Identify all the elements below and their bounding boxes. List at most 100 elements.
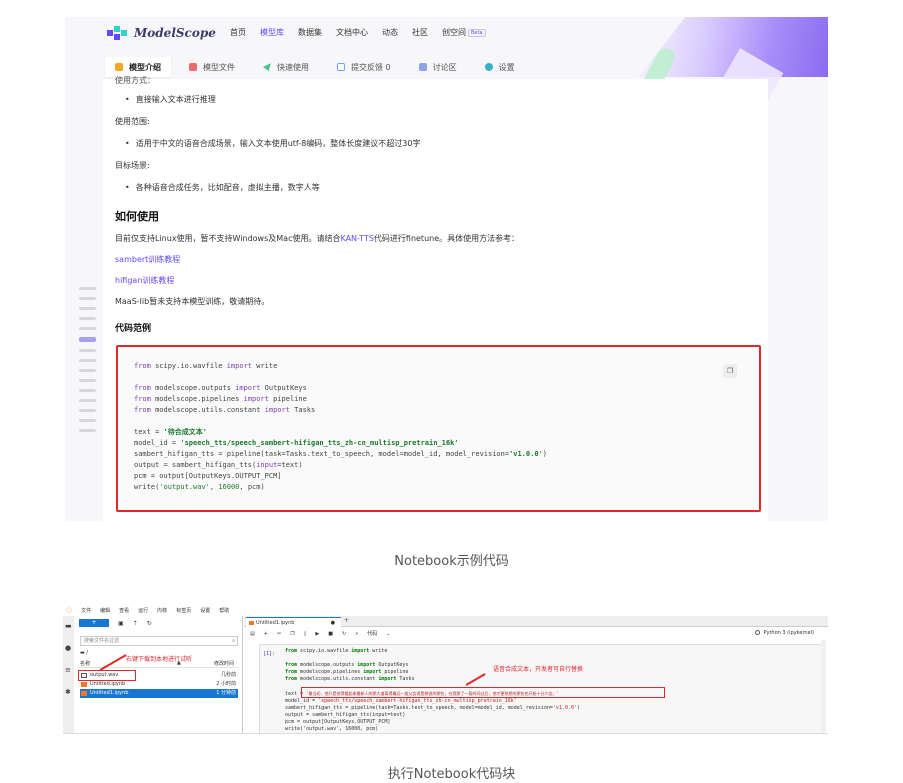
new-launcher-button[interactable]: + <box>79 619 109 627</box>
running-icon[interactable]: ● <box>65 644 71 652</box>
stop-icon[interactable]: ■ <box>328 631 333 637</box>
toc-item-active[interactable] <box>79 337 96 342</box>
modelscope-logo-icon <box>107 26 129 40</box>
output-file-highlight <box>78 670 136 681</box>
target-label: 目标场景: <box>115 161 150 170</box>
modelscope-screenshot: ModelScope 首页 模型库 数据集 文档中心 动态 社区 创空间 Beta… <box>65 17 828 521</box>
notebook-scrollbar[interactable] <box>821 640 826 733</box>
toc-item[interactable] <box>79 399 96 402</box>
breadcrumb[interactable]: ▬ / <box>80 650 88 656</box>
copy-icon[interactable]: ❐ <box>290 631 294 637</box>
code-example-block[interactable]: from scipy.io.wavfile import write from … <box>116 345 761 512</box>
jupyter-left-sidebar: ▬ ● ≡ ✱ <box>63 616 74 733</box>
tab-settings[interactable]: 设置 <box>475 57 525 77</box>
refresh-icon[interactable]: ↻ <box>147 620 152 627</box>
jupyter-menu-bar: ◌ 文件 编辑 查看 运行 内核 标签页 设置 帮助 <box>63 604 828 616</box>
bullet-item: 各种语音合成任务，比如配音，虚拟主播，数字人等 <box>125 182 320 193</box>
kernel-status[interactable]: Python 3 (ipykernel) <box>755 630 814 636</box>
file-filter-input[interactable]: 搜索文件名过滤 ⌕ <box>80 636 238 646</box>
paste-icon[interactable]: ▯ <box>304 631 307 637</box>
upload-icon[interactable]: ⇡ <box>133 620 138 627</box>
menu-tabs[interactable]: 标签页 <box>176 607 191 614</box>
toc-item[interactable] <box>79 297 96 300</box>
save-icon[interactable]: ▤ <box>250 631 255 637</box>
extension-icon[interactable]: ✱ <box>65 688 71 696</box>
bullet-item: 直接输入文本进行推理 <box>125 94 216 105</box>
file-row-untitled[interactable]: Untitled.ipynb 2 小时前 <box>80 680 238 689</box>
menu-file[interactable]: 文件 <box>81 607 91 614</box>
toc-item[interactable] <box>79 359 96 362</box>
close-icon[interactable]: ● <box>331 618 335 628</box>
new-folder-icon[interactable]: ▣ <box>118 620 124 627</box>
add-cell-icon[interactable]: + <box>264 631 268 637</box>
folder-icon[interactable]: ▬ <box>65 622 72 630</box>
copy-icon[interactable]: ❐ <box>723 364 737 378</box>
notebook-tab[interactable]: Untitled1.ipynb ● <box>246 617 341 627</box>
download-annotation: 右键下载到本地进行试听 <box>126 656 193 663</box>
commands-icon[interactable]: ≡ <box>65 666 71 674</box>
nav-community[interactable]: 社区 <box>412 27 428 38</box>
toc-item[interactable] <box>79 409 96 412</box>
toc-item[interactable] <box>79 317 96 320</box>
nav-models[interactable]: 模型库 <box>260 27 284 38</box>
new-tab-icon[interactable]: + <box>344 617 349 624</box>
tab-discussion[interactable]: 讨论区 <box>409 57 467 77</box>
jupyterlab-screenshot: ◌ 文件 编辑 查看 运行 内核 标签页 设置 帮助 ▬ ● ≡ ✱ + ▣ ⇡… <box>63 604 828 734</box>
edit-icon <box>337 63 345 71</box>
file-row-untitled1[interactable]: Untitled1.ipynb 1 分钟前 <box>80 689 238 698</box>
usage-paragraph: 目前仅支持Linux使用，暂不支持Windows及Mac使用。请结合KAN-TT… <box>115 233 519 244</box>
tab-label: 快速使用 <box>277 62 309 72</box>
page-toc <box>79 287 97 439</box>
file-time: 几秒前 <box>220 672 236 678</box>
toc-item[interactable] <box>79 307 96 310</box>
menu-view[interactable]: 查看 <box>119 607 129 614</box>
toc-item[interactable] <box>79 327 96 330</box>
toc-item[interactable] <box>79 389 96 392</box>
nav-home[interactable]: 首页 <box>230 27 246 38</box>
jupyter-logo-icon: ◌ <box>66 606 73 614</box>
toc-item[interactable] <box>79 349 96 352</box>
menu-settings[interactable]: 设置 <box>200 607 210 614</box>
modelscope-logo[interactable]: ModelScope <box>107 26 216 40</box>
search-icon: ⌕ <box>232 638 235 644</box>
top-nav: 首页 模型库 数据集 文档中心 动态 社区 创空间 Beta <box>230 27 486 38</box>
toc-item[interactable] <box>79 287 96 290</box>
toc-item[interactable] <box>79 429 96 432</box>
fast-forward-icon[interactable]: » <box>355 631 358 637</box>
usage-method-label: 使用方式： <box>115 76 155 85</box>
file-browser: + ▣ ⇡ ↻ 搜索文件名过滤 ⌕ ▬ / 名称 ▲ 修改时间 output.wa… <box>76 616 243 733</box>
menu-run[interactable]: 运行 <box>138 607 148 614</box>
toc-item[interactable] <box>79 379 96 382</box>
notebook-tab-bar: Untitled1.ipynb ● + <box>244 616 828 627</box>
toc-item[interactable] <box>79 369 96 372</box>
file-time: 1 分钟前 <box>216 690 236 696</box>
column-name[interactable]: 名称 <box>80 661 90 667</box>
cell-type-select[interactable]: 代码 <box>367 630 377 637</box>
hifigan-tutorial-link[interactable]: hifigan训练教程 <box>115 275 174 286</box>
sambert-tutorial-link[interactable]: sambert训练教程 <box>115 254 180 265</box>
toc-item[interactable] <box>79 419 96 422</box>
tab-model-files[interactable]: 模型文件 <box>179 57 245 77</box>
notebook-tab-title: Untitled1.ipynb <box>256 620 295 626</box>
tab-quick-start[interactable]: 快速使用 <box>253 57 319 77</box>
run-icon[interactable]: ▶ <box>315 631 319 637</box>
kan-tts-link[interactable]: KAN-TTS <box>340 234 373 243</box>
nav-activity[interactable]: 动态 <box>382 27 398 38</box>
gear-icon <box>484 63 493 71</box>
notebook-toolbar: ▤ + ✂ ❐ ▯ ▶ ■ ↻ » 代码 ⌄ <box>244 628 828 639</box>
tab-model-intro[interactable]: 模型介绍 <box>105 57 171 77</box>
nav-studio[interactable]: 创空间 Beta <box>442 27 486 38</box>
cut-icon[interactable]: ✂ <box>277 631 281 637</box>
send-icon <box>263 63 271 71</box>
menu-edit[interactable]: 编辑 <box>100 607 110 614</box>
nav-datasets[interactable]: 数据集 <box>298 27 322 38</box>
restart-icon[interactable]: ↻ <box>342 631 346 637</box>
tab-feedback[interactable]: 提交反馈 0 <box>327 57 401 77</box>
filter-placeholder: 搜索文件名过滤 <box>84 638 120 644</box>
column-modified[interactable]: 修改时间 <box>214 660 234 667</box>
nav-docs[interactable]: 文档中心 <box>336 27 368 38</box>
file-time: 2 小时前 <box>216 681 236 687</box>
menu-kernel[interactable]: 内核 <box>157 607 167 614</box>
menu-help[interactable]: 帮助 <box>219 607 229 614</box>
chevron-down-icon[interactable]: ⌄ <box>386 631 390 637</box>
